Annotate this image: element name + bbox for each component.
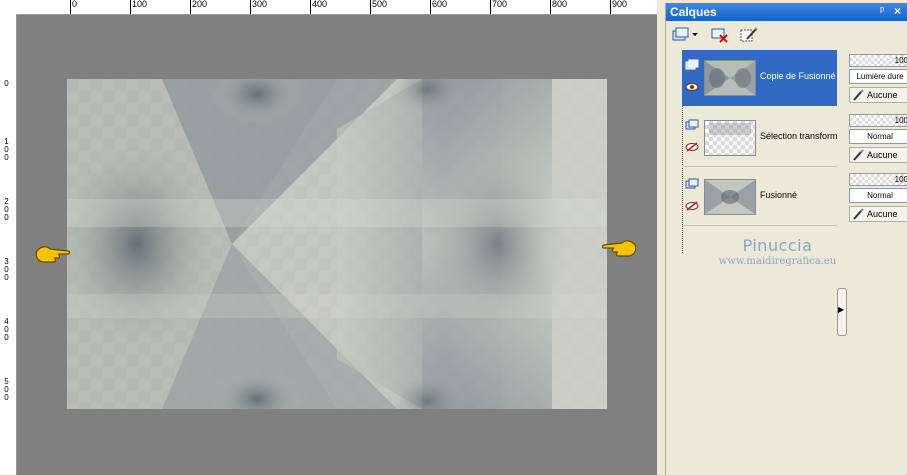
blend-mode-select[interactable]: Lumière dure — [849, 69, 907, 84]
ruler-label: 600 — [432, 0, 448, 9]
layer-thumbnail — [704, 60, 756, 96]
opacity-slider[interactable]: 100 — [849, 114, 907, 127]
lock-transparency-button[interactable]: Aucune — [849, 87, 907, 103]
opacity-slider[interactable]: 100 — [849, 173, 907, 186]
ruler-tick — [610, 0, 611, 14]
ruler-tick — [550, 0, 551, 14]
ruler-label: 400 — [4, 317, 9, 342]
layer-row-selection-transform[interactable]: Sélection transform — [682, 110, 838, 167]
ruler-label: 200 — [192, 0, 208, 9]
brush-icon — [853, 149, 864, 161]
opacity-value: 100 — [894, 56, 907, 65]
delete-layer-icon — [711, 28, 728, 43]
opacity-value: 100 — [894, 116, 907, 125]
ruler-label: 300 — [4, 257, 9, 282]
pin-icon[interactable]: ᵖ — [880, 5, 884, 17]
layer-name: Sélection transform — [760, 131, 838, 141]
brush-icon — [853, 89, 864, 101]
ruler-label: 300 — [252, 0, 268, 9]
expand-arrow-icon[interactable]: ▶ — [838, 305, 844, 314]
ruler-label: 100 — [132, 0, 148, 9]
hidden-eye-icon[interactable] — [685, 201, 699, 211]
ruler-label: 100 — [4, 137, 9, 162]
raster-layer-icon — [685, 59, 699, 70]
raster-layer-icon — [685, 178, 699, 189]
ruler-tick — [310, 0, 311, 14]
blend-mode-select[interactable]: Normal — [849, 188, 907, 203]
layer-thumbnail — [704, 120, 756, 156]
image-canvas[interactable] — [67, 79, 607, 409]
image-artwork — [67, 79, 607, 409]
ruler-label: 800 — [552, 0, 568, 9]
pointing-hand-icon — [35, 246, 70, 263]
watermark-name: Pinuccia — [742, 236, 813, 255]
opacity-value: 100 — [894, 175, 907, 184]
palette-title: Calques — [670, 5, 717, 19]
vertical-ruler: 0 100 200 300 400 500 — [0, 14, 17, 475]
horizontal-ruler: 0 100 200 300 400 500 600 700 800 900 — [0, 0, 657, 15]
opacity-slider[interactable]: 100 — [849, 54, 907, 67]
palette-titlebar[interactable]: Calques ᵖ × — [666, 3, 907, 21]
delete-layer-button[interactable] — [709, 25, 731, 45]
palette-toolbar — [666, 22, 907, 48]
eye-icon[interactable] — [685, 82, 699, 92]
ruler-label: 0 — [4, 79, 9, 88]
pointing-hand-icon — [602, 240, 637, 257]
raster-layer-icon — [685, 119, 699, 130]
layer-props-copie-de-fusionne: 100 Lumière dure Aucune — [849, 50, 907, 106]
ruler-tick — [190, 0, 191, 14]
ruler-tick — [430, 0, 431, 14]
ruler-label: 0 — [72, 0, 78, 9]
watermark-url: www.maidiregrafica.eu — [718, 256, 837, 267]
ruler-label: 900 — [612, 0, 628, 9]
close-icon[interactable]: × — [894, 4, 901, 18]
layer-properties-button[interactable] — [738, 25, 760, 45]
layer-properties-icon — [740, 27, 758, 42]
ruler-tick — [130, 0, 131, 14]
lock-label: Aucune — [867, 90, 898, 100]
hidden-eye-icon[interactable] — [685, 142, 699, 152]
ruler-tick — [490, 0, 491, 14]
blend-mode-select[interactable]: Normal — [849, 129, 907, 144]
layer-props-selection-transform: 100 Normal Aucune — [849, 110, 907, 166]
ruler-label: 500 — [372, 0, 388, 9]
lock-label: Aucune — [867, 209, 898, 219]
ruler-tick — [250, 0, 251, 14]
layer-name: Copie de Fusionné — [760, 71, 836, 81]
new-layer-icon — [672, 27, 698, 41]
layer-name: Fusionné — [760, 190, 798, 200]
layer-props-fusionne: 100 Normal Aucune — [849, 169, 907, 225]
ruler-label: 500 — [4, 377, 9, 402]
ruler-tick — [370, 0, 371, 14]
new-layer-button[interactable] — [671, 25, 699, 45]
layer-thumbnail — [704, 179, 756, 215]
lock-label: Aucune — [867, 150, 898, 160]
layer-row-copie-de-fusionne[interactable]: Copie de Fusionné — [682, 50, 837, 106]
lock-transparency-button[interactable]: Aucune — [849, 147, 907, 163]
brush-icon — [853, 208, 864, 220]
ruler-label: 200 — [4, 197, 9, 222]
watermark: Pinuccia www.maidiregrafica.eu — [715, 236, 840, 267]
layer-row-fusionne[interactable]: Fusionné — [682, 169, 837, 226]
ruler-label: 700 — [492, 0, 508, 9]
ruler-tick — [70, 0, 71, 14]
lock-transparency-button[interactable]: Aucune — [849, 206, 907, 222]
ruler-label: 400 — [312, 0, 328, 9]
